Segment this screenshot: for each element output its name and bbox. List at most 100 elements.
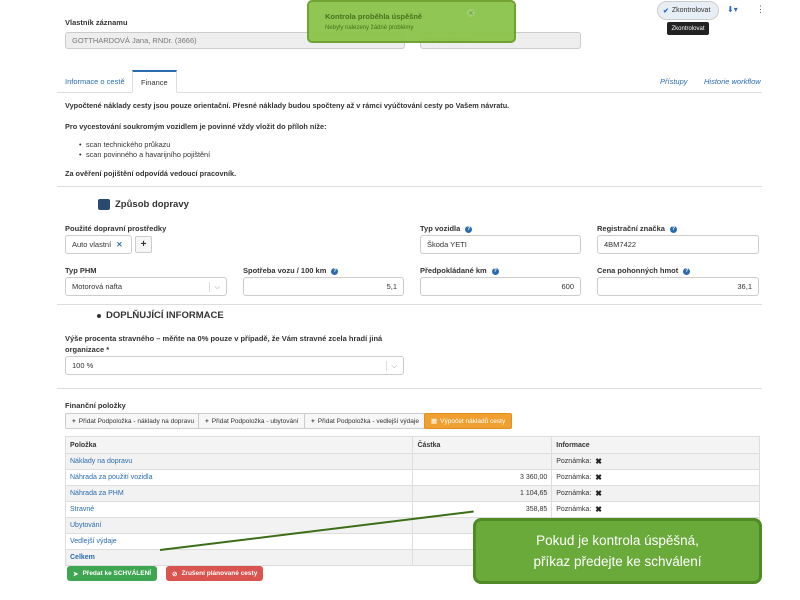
plus-icon: + [140,239,147,250]
means-tag: Auto vlastní ✕ [72,240,123,249]
chevron-down-icon: ⌵ [386,360,397,371]
km-value: 600 [561,282,574,291]
add-means-button[interactable]: + [135,236,152,253]
calculator-icon: ▦ [431,418,438,425]
item-name[interactable]: Náhrada za PHM [64,485,414,502]
additional-title-text: DOPLŇUJÍCÍ INFORMACE [106,310,224,321]
approve-label: Předat ke SCHVÁLENÍ [82,570,152,577]
check-icon: ✔ [663,7,669,15]
fuel-price-input[interactable]: 36,1 [597,277,759,296]
consumption-label: Spotřeba vozu / 100 km? [243,266,339,275]
plate-label-text: Registrační značka [597,224,665,233]
fuel-price-label-text: Cena pohonných hmot [597,266,679,275]
add-other-expenses-button[interactable]: + Přidat Podpoložka - vedlejší výdaje [304,413,426,429]
help-icon[interactable]: ? [331,267,339,275]
transport-section-title: Způsob dopravy [98,199,189,210]
consumption-value: 5,1 [386,282,397,291]
close-icon[interactable]: ✖ [595,489,602,498]
table-row[interactable]: Náhrada za PHM 1 104,65 Poznámka: ✖ [64,485,760,502]
add-other-expenses-label: Přidat Podpoložka - vedlejší výdaje [317,417,419,425]
add-lodging-button[interactable]: + Přidat Podpoložka - ubytování [198,413,306,429]
table-header-row: Položka Částka Informace [64,436,760,454]
item-amount [412,453,553,470]
close-icon[interactable]: ✖ [595,505,602,514]
toast-message: Nebyly nalezeny žádné problémy [325,25,414,31]
cancel-trip-button[interactable]: ⊘ Zrušení plánované cesty [166,566,264,581]
table-row[interactable]: Náhrada za použití vozidla 3 360,00 Pozn… [64,469,760,486]
cancel-icon: ⊘ [172,570,178,578]
divider [57,304,762,305]
car-icon [98,199,110,210]
divider [57,388,762,389]
bullet-item: scan povinného a havarijního pojištění [79,150,210,159]
transport-title-text: Způsob dopravy [115,199,189,210]
plate-label: Registrační značka? [597,224,677,233]
table-row[interactable]: Stravné 358,85 Poznámka: ✖ [64,501,760,518]
plus-icon: + [205,417,209,425]
add-lodging-label: Přidat Podpoložka - ubytování [211,417,299,425]
means-select[interactable]: Auto vlastní ✕ [65,235,132,254]
close-icon[interactable]: ✖ [595,457,602,466]
cancel-trip-label: Zrušení plánované cesty [181,570,258,577]
callout-box: Pokud je kontrola úspěšná, příkaz předej… [473,518,762,584]
km-input[interactable]: 600 [420,277,581,296]
approve-button[interactable]: ➤ Předat ke SCHVÁLENÍ [67,566,158,581]
help-icon[interactable]: ? [683,267,691,275]
table-row[interactable]: Náklady na dopravu Poznámka: ✖ [64,453,760,470]
column-header[interactable]: Částka [412,436,553,454]
item-name[interactable]: Náhrada za použití vozidla [64,469,414,486]
fuel-type-select[interactable]: Motorová nafta ⌵ [65,277,227,296]
meal-percent-label: Výše procenta stravného – měňte na 0% po… [65,334,383,354]
item-name[interactable]: Náklady na dopravu [64,453,414,470]
help-icon[interactable]: ? [669,225,677,233]
bullet-item: scan technického průkazu [79,140,170,149]
fuel-price-value: 36,1 [737,282,752,291]
info-paragraph-3: Za ověření pojištění odpovídá vedoucí pr… [65,169,237,178]
check-button[interactable]: ✔ Zkontrolovat [657,1,719,20]
tab-finance[interactable]: Finance [132,70,177,93]
plate-input[interactable]: 4BM7422 [597,235,759,254]
tab-trip-info-label: Informace o cestě [65,77,125,86]
column-header[interactable]: Informace [551,436,760,454]
add-transport-cost-button[interactable]: + Přidat Podpoložka - náklady na dopravu [65,413,202,429]
bullet-dot-icon [97,313,101,318]
calculate-costs-button[interactable]: ▦ Výpočet nákladů cesty [424,413,513,429]
remove-tag-icon[interactable]: ✕ [116,240,122,249]
download-icon[interactable]: ⬇▾ [727,5,738,14]
meal-percent-value: 100 % [72,361,94,370]
close-icon[interactable]: ✖ [595,473,602,482]
additional-section-title: DOPLŇUJÍCÍ INFORMACE [97,310,224,321]
item-amount: 1 104,65 [412,485,553,502]
tooltip-text: Zkontrolovat [671,25,705,32]
callout-line-1: Pokud je kontrola úspěšná, [536,533,699,548]
access-link[interactable]: Přístupy [660,77,688,86]
item-name[interactable]: Vedlejší výdaje [64,533,414,550]
fuel-type-label: Typ PHM [65,266,97,275]
chevron-down-icon: ⌵ [209,281,220,292]
consumption-label-text: Spotřeba vozu / 100 km [243,266,327,275]
success-toast: Kontrola proběhla úspěšně Nebyly nalezen… [307,0,516,43]
consumption-input[interactable]: 5,1 [243,277,404,296]
column-header[interactable]: Položka [64,436,414,454]
vehicle-type-input[interactable]: Škoda YETI [420,235,581,254]
finance-title: Finanční položky [65,401,126,410]
item-info: Poznámka: ✖ [551,469,760,486]
help-icon[interactable]: ? [491,267,499,275]
tab-trip-info[interactable]: Informace o cestě [57,70,133,93]
means-label: Použité dopravní prostředky [65,224,167,233]
workflow-history-link[interactable]: Historie workflow [704,77,761,86]
fuel-type-value: Motorová nafta [72,282,123,291]
item-name[interactable]: Stravné [64,501,414,518]
meal-percent-select[interactable]: 100 % ⌵ [65,356,404,375]
tab-finance-label: Finance [141,77,168,87]
plus-icon: + [72,417,76,425]
vehicle-type-label: Typ vozidla? [420,224,473,233]
fuel-price-label: Cena pohonných hmot? [597,266,691,275]
plate-value: 4BM7422 [604,240,637,249]
toast-close-icon[interactable]: ✕ [467,9,475,17]
calculate-costs-label: Výpočet nákladů cesty [440,417,506,425]
help-icon[interactable]: ? [465,225,473,233]
check-button-label: Zkontrolovat [671,7,711,14]
tooltip: Zkontrolovat [667,22,709,35]
note-label: Poznámka: [556,506,592,513]
